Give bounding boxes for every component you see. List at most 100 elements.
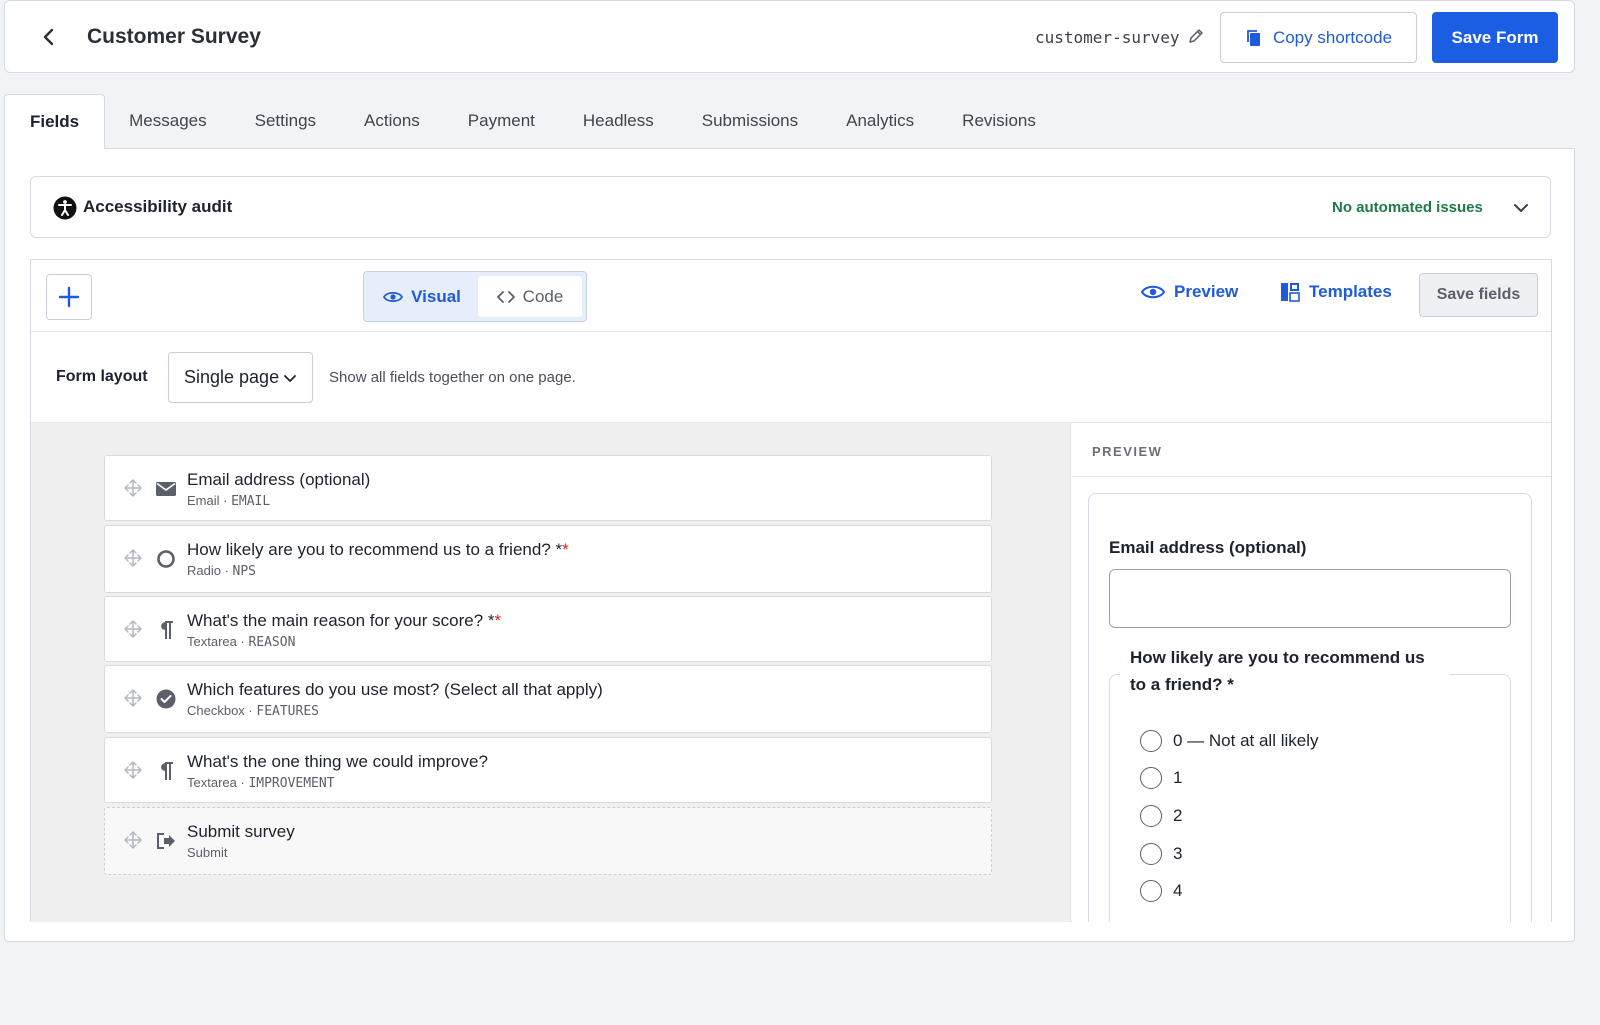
visual-label: Visual <box>411 286 461 306</box>
drag-handle-icon <box>124 689 142 707</box>
edit-slug-icon[interactable] <box>1187 27 1205 45</box>
eye-icon <box>383 291 404 302</box>
code-icon <box>496 290 515 303</box>
page-title: Customer Survey <box>87 25 261 48</box>
preview-header: PREVIEW <box>1072 423 1551 477</box>
drag-handle-icon <box>124 479 142 497</box>
tab-bar: Fields Messages Settings Actions Payment… <box>4 94 1060 149</box>
tab-fields[interactable]: Fields <box>4 94 106 149</box>
required-marker: * <box>494 611 502 630</box>
preview-nps-legend: How likely are you to recommend us to a … <box>1120 644 1450 698</box>
field-label: How likely are you to recommend us to a … <box>187 540 569 559</box>
copy-shortcode-button[interactable]: Copy shortcode <box>1220 12 1417 63</box>
preview-form: Email address (optional) How likely are … <box>1088 493 1532 922</box>
field-row-features[interactable]: Which features do you use most? (Select … <box>104 665 992 733</box>
field-label: Which features do you use most? (Select … <box>187 680 603 699</box>
field-label: What's the one thing we could improve? <box>187 752 488 771</box>
audit-title: Accessibility audit <box>83 197 233 216</box>
preview-label: Preview <box>1174 282 1239 301</box>
back-button[interactable] <box>35 23 63 51</box>
pilcrow-icon <box>161 621 173 639</box>
templates-label: Templates <box>1309 282 1392 301</box>
field-row-email[interactable]: Email address (optional) Email · EMAIL <box>104 455 992 521</box>
copy-shortcode-label: Copy shortcode <box>1272 27 1393 47</box>
form-layout-value: Single page <box>184 367 280 387</box>
preview-email-label: Email address (optional) <box>1109 538 1307 557</box>
field-label: Email address (optional) <box>187 470 371 489</box>
form-editor: Visual Code Preview Templates Save field… <box>30 259 1552 922</box>
fields-panel: Accessibility audit No automated issues … <box>4 148 1575 942</box>
field-meta: Email · EMAIL <box>187 493 271 509</box>
tab-settings[interactable]: Settings <box>231 94 340 148</box>
code-mode-button[interactable]: Code <box>478 276 582 317</box>
preview-heading: PREVIEW <box>1092 444 1163 459</box>
radio-button[interactable] <box>1140 767 1162 789</box>
radio-button[interactable] <box>1140 730 1162 752</box>
save-fields-button[interactable]: Save fields <box>1419 273 1538 317</box>
field-meta: Textarea · IMPROVEMENT <box>187 775 335 791</box>
radio-button[interactable] <box>1140 805 1162 827</box>
preview-radio-option[interactable]: 4 <box>1140 880 1182 902</box>
preview-pane: PREVIEW Email address (optional) How lik… <box>1072 423 1551 922</box>
chevron-down-icon[interactable] <box>1512 199 1530 217</box>
templates-button[interactable]: Templates <box>1280 282 1392 302</box>
chevron-down-icon <box>284 374 296 382</box>
plus-icon <box>58 286 80 308</box>
code-label: Code <box>522 286 564 306</box>
field-row-submit[interactable]: Submit survey Submit <box>104 807 992 875</box>
envelope-icon <box>156 482 176 496</box>
copy-icon <box>1247 29 1260 46</box>
radio-icon <box>157 550 175 568</box>
form-layout-help: Show all fields together on one page. <box>329 369 576 386</box>
save-form-button[interactable]: Save Form <box>1432 12 1558 63</box>
preview-button[interactable]: Preview <box>1141 282 1238 302</box>
tab-submissions[interactable]: Submissions <box>678 94 822 148</box>
preview-radio-option[interactable]: 0 — Not at all likely <box>1140 730 1319 752</box>
chevron-left-icon <box>43 28 54 46</box>
field-meta: Radio · NPS <box>187 563 257 579</box>
accessibility-audit[interactable]: Accessibility audit No automated issues <box>30 176 1551 238</box>
pilcrow-icon <box>161 762 173 780</box>
drag-handle-icon <box>124 620 142 638</box>
add-field-button[interactable] <box>46 274 92 320</box>
form-layout-row: Form layout Single page Show all fields … <box>31 332 1551 423</box>
form-header: Customer Survey customer-survey Copy sho… <box>4 0 1575 73</box>
submit-icon <box>157 833 175 849</box>
form-layout-label: Form layout <box>56 368 148 385</box>
accessibility-icon <box>53 196 77 220</box>
audit-status: No automated issues <box>1332 199 1483 216</box>
field-meta: Textarea · REASON <box>187 634 296 650</box>
radio-button[interactable] <box>1140 843 1162 865</box>
field-row-reason[interactable]: What's the main reason for your score? *… <box>104 596 992 662</box>
field-canvas: Email address (optional) Email · EMAIL H… <box>31 423 1071 922</box>
preview-radio-option[interactable]: 3 <box>1140 843 1182 865</box>
field-meta: Checkbox · FEATURES <box>187 703 319 719</box>
visual-mode-button[interactable]: Visual <box>370 278 474 315</box>
view-toggle: Visual Code <box>363 271 587 322</box>
tab-actions[interactable]: Actions <box>340 94 444 148</box>
field-row-nps[interactable]: How likely are you to recommend us to a … <box>104 525 992 593</box>
form-layout-select[interactable]: Single page <box>168 352 313 403</box>
check-circle-icon <box>156 689 176 709</box>
templates-icon <box>1281 283 1300 302</box>
drag-handle-icon <box>124 549 142 567</box>
required-marker: * <box>562 540 569 559</box>
field-label: What's the main reason for your score? *… <box>187 611 502 630</box>
tab-headless[interactable]: Headless <box>559 94 678 148</box>
tab-payment[interactable]: Payment <box>444 94 559 148</box>
field-row-improvement[interactable]: What's the one thing we could improve? T… <box>104 737 992 803</box>
radio-button[interactable] <box>1140 880 1162 902</box>
tab-messages[interactable]: Messages <box>105 94 230 148</box>
tab-revisions[interactable]: Revisions <box>938 94 1060 148</box>
preview-radio-option[interactable]: 2 <box>1140 805 1182 827</box>
preview-radio-option[interactable]: 1 <box>1140 767 1182 789</box>
field-label: Submit survey <box>187 822 295 841</box>
eye-icon <box>1141 285 1165 299</box>
drag-handle-icon <box>124 831 142 849</box>
editor-toolbar: Visual Code Preview Templates Save field… <box>31 260 1551 332</box>
preview-email-input[interactable] <box>1109 569 1511 628</box>
tab-analytics[interactable]: Analytics <box>822 94 938 148</box>
drag-handle-icon <box>124 761 142 779</box>
form-slug[interactable]: customer-survey <box>1035 28 1180 47</box>
field-meta: Submit <box>187 845 228 860</box>
